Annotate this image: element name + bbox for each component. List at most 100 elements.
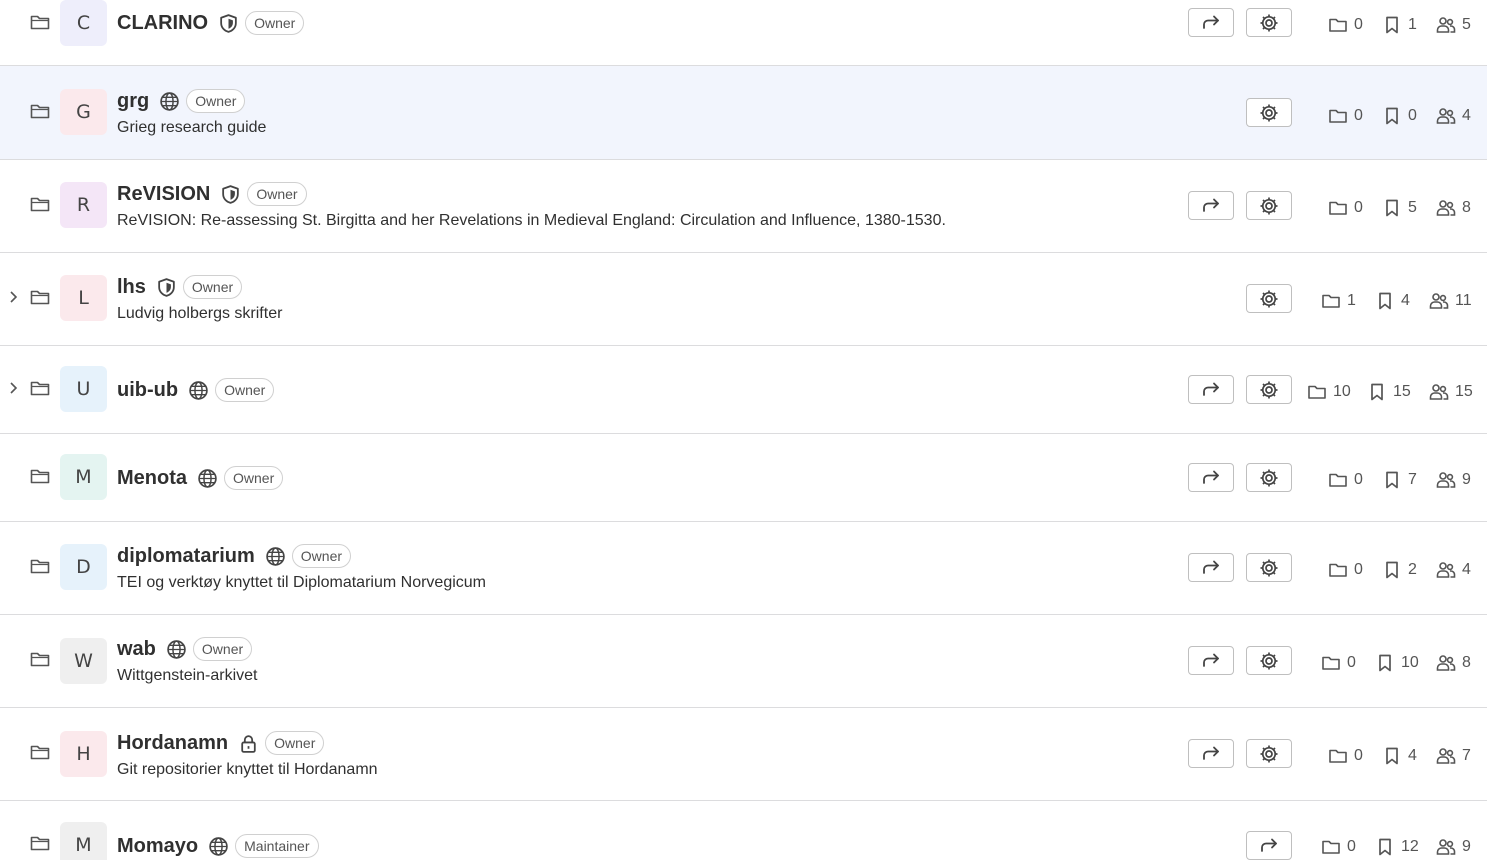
- globe-icon: [159, 91, 180, 112]
- role-badge: Owner: [182, 275, 243, 299]
- avatar[interactable]: G: [60, 89, 107, 135]
- group-name-link[interactable]: wab: [117, 638, 156, 661]
- subgroup-folder-icon: [1321, 653, 1347, 673]
- projects-count: 4: [1375, 290, 1410, 312]
- settings-button[interactable]: [1246, 646, 1292, 675]
- members-count: 5: [1436, 14, 1471, 36]
- avatar[interactable]: C: [60, 0, 107, 46]
- avatar[interactable]: M: [60, 454, 107, 500]
- folder-icon: [30, 103, 50, 119]
- projects-count: 7: [1382, 469, 1417, 491]
- group-name-link[interactable]: CLARINO: [117, 12, 208, 35]
- group-title: grg Owner: [117, 88, 246, 114]
- subgroup-folder-icon: [1321, 837, 1347, 857]
- settings-button[interactable]: [1246, 8, 1292, 37]
- settings-button[interactable]: [1246, 553, 1292, 582]
- avatar[interactable]: M: [60, 822, 107, 860]
- share-button[interactable]: [1188, 739, 1234, 768]
- group-row[interactable]: Ddiplomatarium Owner TEI og verktøy knytte…: [0, 522, 1487, 615]
- users-icon: [1436, 198, 1462, 218]
- share-icon: [1200, 467, 1222, 489]
- role-badge: Owner: [291, 544, 352, 568]
- avatar[interactable]: L: [60, 275, 107, 321]
- subgroups-count-value: 1: [1347, 292, 1356, 309]
- chevron-right-icon[interactable]: [7, 381, 19, 395]
- group-name-link[interactable]: Menota: [117, 467, 187, 490]
- settings-button[interactable]: [1246, 191, 1292, 220]
- folder-icon: [30, 744, 50, 760]
- settings-button[interactable]: [1246, 284, 1292, 313]
- avatar[interactable]: U: [60, 366, 107, 412]
- members-count: 15: [1429, 381, 1473, 403]
- share-button[interactable]: [1246, 831, 1292, 860]
- projects-count-value: 1: [1408, 16, 1417, 33]
- settings-button[interactable]: [1246, 98, 1292, 127]
- chevron-right-icon[interactable]: [7, 290, 19, 304]
- share-button[interactable]: [1188, 646, 1234, 675]
- avatar[interactable]: H: [60, 731, 107, 777]
- group-row[interactable]: M Momayo Maintainer 0 12 9: [0, 801, 1487, 860]
- share-icon: [1200, 557, 1222, 579]
- subgroups-count-value: 0: [1354, 199, 1363, 216]
- role-badge: Maintainer: [235, 834, 319, 858]
- share-button[interactable]: [1188, 8, 1234, 37]
- avatar[interactable]: R: [60, 182, 107, 228]
- group-row[interactable]: H Hordanamn Owner Git repositorier knyttet …: [0, 708, 1487, 801]
- group-name-link[interactable]: ReVISION: [117, 183, 210, 206]
- settings-button[interactable]: [1246, 375, 1292, 404]
- folder-icon: [30, 558, 50, 574]
- group-row[interactable]: Ggrg Owner Grieg research guide 0 0 4: [0, 66, 1487, 160]
- group-row[interactable]: Uuib-ub Owner 10 15 15: [0, 346, 1487, 434]
- share-button[interactable]: [1188, 463, 1234, 492]
- folder-icon: [30, 468, 50, 484]
- settings-button[interactable]: [1246, 463, 1292, 492]
- subgroup-folder-icon: [1328, 15, 1354, 35]
- subgroups-count-value: 0: [1354, 561, 1363, 578]
- group-name-link[interactable]: diplomatarium: [117, 545, 255, 568]
- group-title: lhs Owner: [117, 274, 243, 300]
- projects-count: 12: [1375, 836, 1419, 858]
- avatar[interactable]: D: [60, 544, 107, 590]
- projects-count: 0: [1382, 105, 1417, 127]
- members-count: 9: [1436, 469, 1471, 491]
- group-row[interactable]: C CLARINO Owner 0 1 5: [0, 0, 1487, 66]
- gear-icon: [1258, 102, 1280, 124]
- group-row[interactable]: R ReVISION Owner ReVISION: Re-assessing St.…: [0, 160, 1487, 253]
- globe-icon: [197, 468, 218, 489]
- globe-icon: [265, 546, 286, 567]
- subgroups-count: 10: [1307, 381, 1351, 403]
- group-row[interactable]: Wwab Owner Wittgenstein-arkivet 0 10 8: [0, 615, 1487, 708]
- subgroup-folder-icon: [1328, 560, 1354, 580]
- share-button[interactable]: [1188, 553, 1234, 582]
- share-icon: [1200, 12, 1222, 34]
- shield-icon: [220, 184, 241, 205]
- members-count-value: 11: [1455, 292, 1472, 309]
- group-name-link[interactable]: lhs: [117, 276, 146, 299]
- share-button[interactable]: [1188, 191, 1234, 220]
- group-name-link[interactable]: Hordanamn: [117, 732, 228, 755]
- share-button[interactable]: [1188, 375, 1234, 404]
- lock-icon: [238, 733, 259, 754]
- subgroups-count: 0: [1328, 559, 1363, 581]
- projects-count-value: 7: [1408, 471, 1417, 488]
- projects-count-value: 4: [1401, 292, 1410, 309]
- avatar[interactable]: W: [60, 638, 107, 684]
- role-badge: Owner: [265, 731, 325, 755]
- projects-count-value: 4: [1408, 747, 1417, 764]
- members-count: 8: [1436, 197, 1471, 219]
- group-name-link[interactable]: uib-ub: [117, 379, 178, 402]
- role-badge: Owner: [247, 182, 307, 206]
- group-row[interactable]: M Menota Owner 0 7 9: [0, 434, 1487, 522]
- settings-button[interactable]: [1246, 739, 1292, 768]
- group-name-link[interactable]: Momayo: [117, 835, 198, 858]
- bookmark-icon: [1375, 291, 1401, 311]
- group-description: Ludvig holbergs skrifter: [117, 305, 283, 322]
- group-description: Git repositorier knyttet til Hordanamn: [117, 761, 378, 778]
- members-count: 9: [1436, 836, 1471, 858]
- gear-icon: [1258, 650, 1280, 672]
- bookmark-icon: [1382, 560, 1408, 580]
- group-row[interactable]: Llhs Owner Ludvig holbergs skrifter 1 4 11: [0, 253, 1487, 346]
- group-name-link[interactable]: grg: [117, 90, 149, 113]
- members-count-value: 4: [1462, 107, 1471, 124]
- group-description: Wittgenstein-arkivet: [117, 667, 258, 684]
